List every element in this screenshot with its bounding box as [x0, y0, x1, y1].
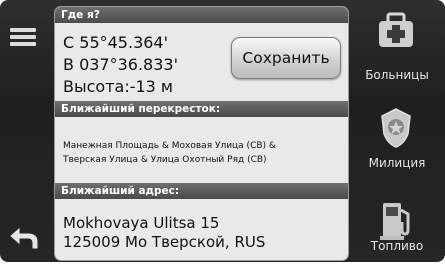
gps-screen: Где я? С 55°45.364' В 037°36.833' Высота… [0, 0, 445, 262]
fuel-pump-icon [380, 203, 410, 240]
nearest-address-text: Mokhovaya Ulitsa 15 125009 Мо Тверской, … [63, 214, 265, 252]
longitude-value: В 037°36.833' [63, 55, 178, 74]
fuel-button[interactable]: Топливо [352, 190, 442, 262]
police-badge-icon [381, 108, 411, 148]
menu-icon[interactable] [10, 22, 36, 52]
save-button[interactable]: Сохранить [231, 37, 341, 79]
hospital-icon [379, 12, 413, 47]
location-info-panel: Где я? С 55°45.364' В 037°36.833' Высота… [54, 6, 349, 261]
address-line-2: 125009 Мо Тверской, RUS [63, 233, 266, 251]
hospitals-button[interactable]: Больницы [352, 10, 442, 90]
nearest-intersection-header: Ближайший перекресток: [55, 101, 348, 117]
where-am-i-header: Где я? [55, 7, 348, 23]
address-line-1: Mokhovaya Ulitsa 15 [63, 214, 220, 232]
intersection-line-1: Манежная Площадь & Моховая Улица (СВ) & [63, 141, 276, 151]
nearest-address-header: Ближайший адрес: [55, 183, 348, 199]
elevation-value: Высота:-13 м [63, 77, 173, 96]
nearest-intersection-text: Манежная Площадь & Моховая Улица (СВ) & … [63, 139, 343, 167]
fuel-label: Топливо [370, 239, 424, 253]
intersection-line-2: Тверская Улица & Улица Охотный Ряд (СВ) [63, 155, 267, 165]
police-button[interactable]: Милиция [352, 100, 442, 180]
latitude-value: С 55°45.364' [63, 33, 168, 52]
hospitals-label: Больницы [365, 68, 429, 82]
device-frame: Где я? С 55°45.364' В 037°36.833' Высота… [0, 0, 445, 266]
back-arrow-icon[interactable] [8, 222, 42, 252]
police-label: Милиция [368, 156, 426, 170]
